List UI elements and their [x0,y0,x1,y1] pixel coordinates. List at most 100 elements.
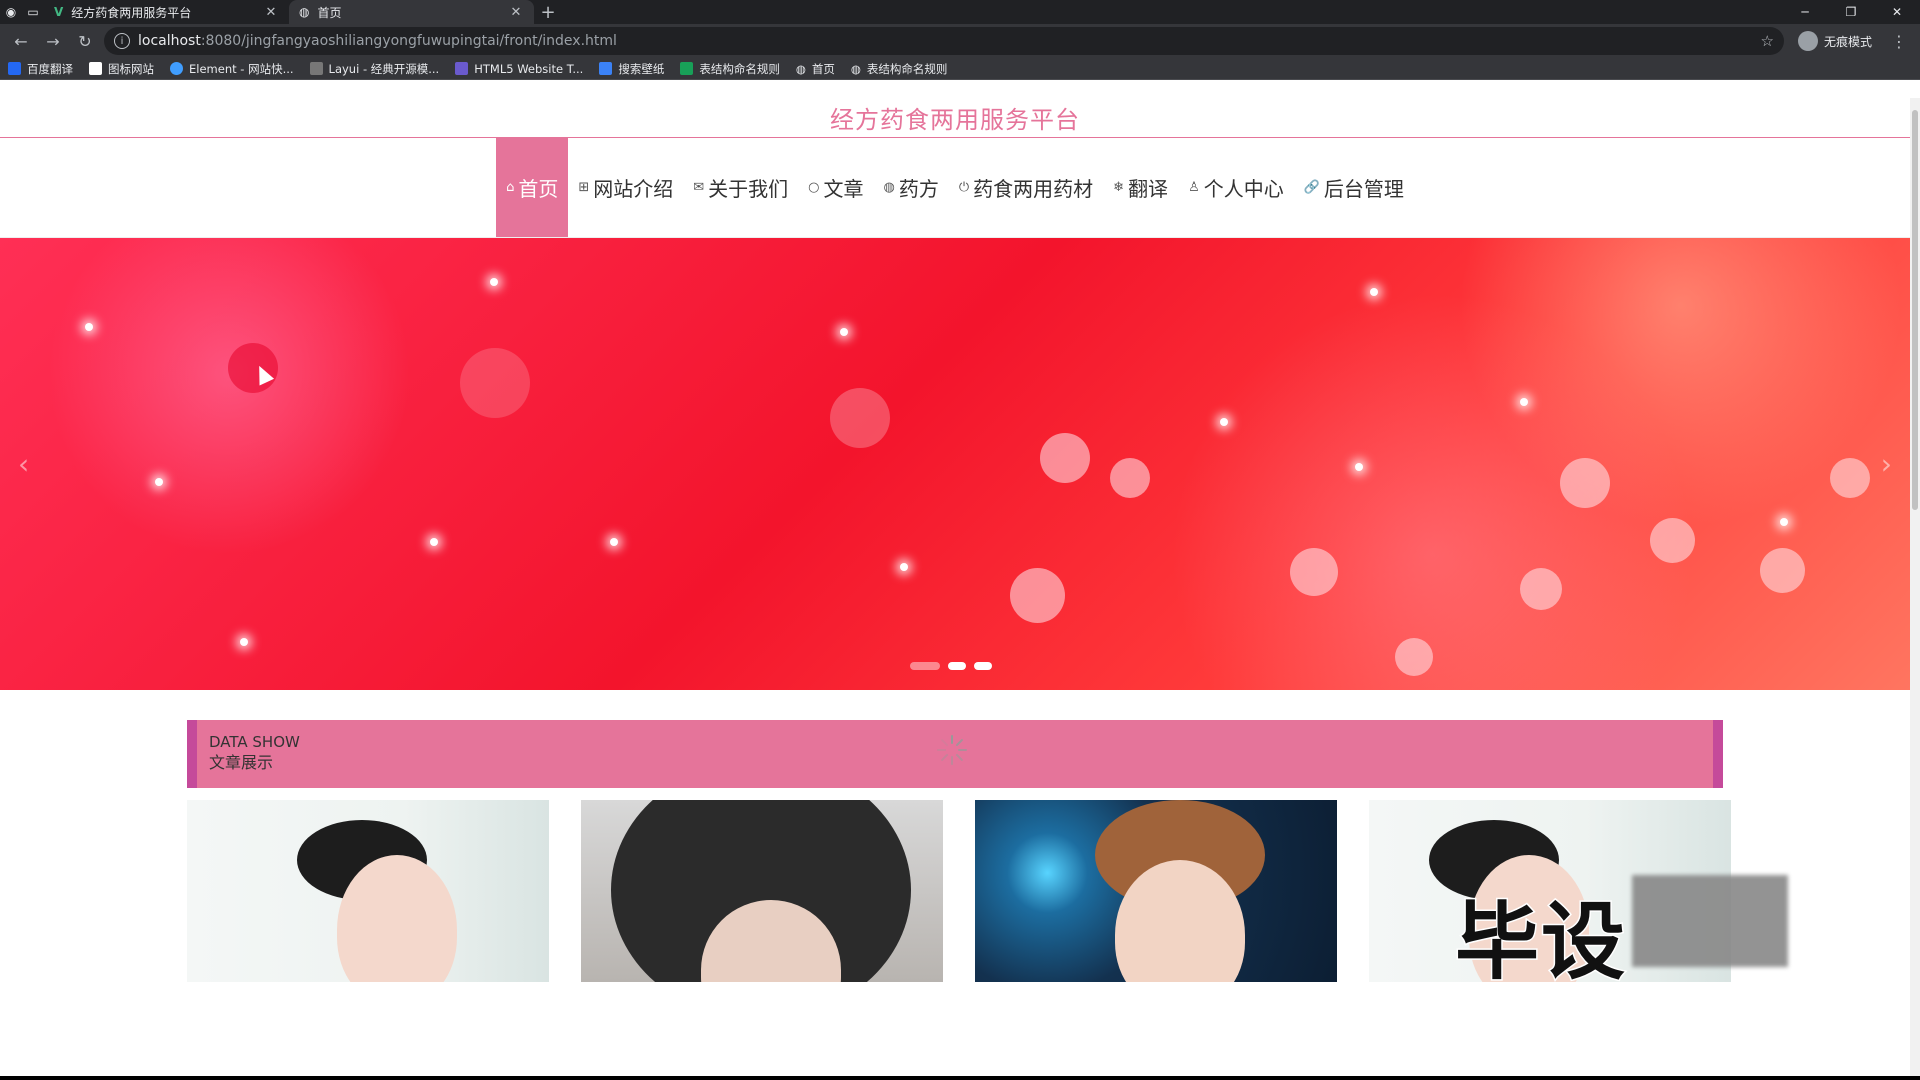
window-controls: ─ ❐ ✕ [1782,0,1920,24]
flag-icon [89,62,102,75]
bookmark-star-icon[interactable]: ☆ [1761,32,1774,50]
nav-label: 药食两用药材 [973,177,1094,201]
sparkle [1520,398,1528,406]
sparkle [1370,288,1378,296]
close-tab-icon[interactable]: ✕ [263,5,279,20]
wallpaper-logo-icon [599,62,613,75]
menu-dots-icon[interactable]: ⋮ [1886,28,1912,54]
browser-tab-2[interactable]: ◍ 首页 ✕ [289,0,534,24]
sparkle [610,538,618,546]
bookmark-item[interactable]: Element - 网站快... [170,61,294,77]
bokeh-light [1830,458,1870,498]
carousel-next-icon[interactable]: › [1881,448,1892,481]
bookmark-item[interactable]: ◍ 表结构命名规则 [851,61,948,77]
sparkle [1220,418,1228,426]
snowflake-icon: ❄ [1113,180,1125,195]
site-info-icon[interactable]: i [114,33,130,49]
nav-item-prescriptions[interactable]: ◍ 药方 [874,138,949,237]
bokeh-light [1760,548,1805,593]
article-card[interactable] [187,800,549,982]
bookmark-item[interactable]: 百度翻译 [8,61,73,77]
nav-item-about[interactable]: ✉ 关于我们 [683,138,798,237]
article-card[interactable] [975,800,1337,982]
globe-icon: ◍ [299,5,310,19]
nav-item-admin[interactable]: 🔗 后台管理 [1294,138,1414,237]
mail-icon: ✉ [693,180,705,195]
sparkle [1780,518,1788,526]
nav-label: 网站介绍 [593,177,674,201]
sparkle [430,538,438,546]
nav-item-herbs[interactable]: ⏻ 药食两用药材 [949,138,1103,237]
sparkle [155,478,163,486]
bookmark-item[interactable]: Layui - 经典开源模... [309,61,439,77]
bokeh-light [460,348,530,418]
tab-search-icon[interactable]: ▭ [22,0,44,24]
reload-icon[interactable]: ↻ [72,28,98,54]
browser-tab-1[interactable]: V 经方药食两用服务平台 ✕ [44,0,289,24]
forward-icon[interactable]: → [40,28,66,54]
bokeh-light [1395,638,1433,676]
nav-label: 个人中心 [1203,177,1284,201]
loading-spinner-icon [937,735,967,765]
close-tab-icon[interactable]: ✕ [508,5,524,20]
bookmark-item[interactable]: ◍ 首页 [796,61,835,77]
browser-toolbar: ← → ↻ i localhost:8080/jingfangyaoshilia… [0,24,1920,58]
sparkle [490,278,498,286]
bookmarks-bar: 百度翻译 图标网站 Element - 网站快... Layui - 经典开源模… [0,58,1920,80]
scrollbar-thumb[interactable] [1912,110,1918,510]
bokeh-light [1560,458,1610,508]
chat-icon: ○ [808,180,820,195]
bookmark-label: HTML5 Website T... [474,61,584,76]
user-icon: ♙ [1188,180,1200,195]
bookmark-item[interactable]: HTML5 Website T... [455,62,583,76]
profile-label: 无痕模式 [1823,34,1872,49]
bookmark-label: 百度翻译 [27,61,73,76]
main-nav: ⌂ 首页 ⊞ 网站介绍 ✉ 关于我们 ○ 文章 ◍ 药方 ⏻ 药食两用药材 ❄ 翻译 ♙ 个人中… [0,138,1910,238]
nav-item-translate[interactable]: ❄ 翻译 [1103,138,1178,237]
new-tab-button[interactable]: + [534,2,562,23]
browser-tabstrip: ◉ ▭ V 经方药食两用服务平台 ✕ ◍ 首页 ✕ + ─ ❐ ✕ [0,0,1920,24]
close-window-icon[interactable]: ✕ [1874,0,1920,24]
bookmark-item[interactable]: 图标网站 [89,61,154,77]
bookmark-item[interactable]: 表结构命名规则 [680,61,780,77]
restore-icon[interactable]: ❐ [1828,0,1874,24]
incognito-profile[interactable]: 无痕模式 [1790,31,1880,51]
page-scrollbar[interactable] [1910,98,1920,1080]
nav-item-articles[interactable]: ○ 文章 [798,138,873,237]
vue-logo-icon: V [54,5,64,19]
bokeh-light [1290,548,1338,596]
nav-item-home[interactable]: ⌂ 首页 [496,138,569,237]
bookmark-label: 表结构命名规则 [866,61,948,76]
layui-logo-icon [309,62,323,75]
incognito-icon [1797,31,1818,51]
globe-icon: ◍ [850,61,861,76]
browser-menu-icon[interactable]: ◉ [0,0,22,24]
article-card[interactable] [581,800,943,982]
minimize-icon[interactable]: ─ [1782,0,1828,24]
bookmark-item[interactable]: 搜索壁纸 [599,61,664,77]
tab-title: 经方药食两用服务平台 [71,5,192,20]
bottom-edge [0,1076,1920,1080]
sparkle [85,323,93,331]
carousel-dot[interactable] [974,662,992,670]
address-bar[interactable]: i localhost:8080/jingfangyaoshiliangyong… [104,27,1784,55]
nav-label: 首页 [518,177,559,201]
power-icon: ⏻ [958,180,970,195]
bokeh-light [1110,458,1150,498]
nav-item-site-intro[interactable]: ⊞ 网站介绍 [568,138,683,237]
nav-item-profile[interactable]: ♙ 个人中心 [1178,138,1294,237]
globe-icon: ◍ [883,180,895,195]
carousel-dot[interactable] [910,662,940,670]
back-icon[interactable]: ← [8,28,34,54]
nav-label: 后台管理 [1323,177,1404,201]
watermark-text: 毕设 [1453,892,1628,993]
carousel-banner[interactable]: ‹ › [0,238,1910,690]
tab-title: 首页 [317,5,342,20]
bookmark-label: 表结构命名规则 [699,61,780,76]
carousel-prev-icon[interactable]: ‹ [18,448,29,481]
sheet-icon [680,62,694,75]
bookmark-label: Element - 网站快... [189,61,294,76]
carousel-dot[interactable] [948,662,966,670]
bookmark-label: 首页 [811,61,835,76]
bokeh-light [1520,568,1562,610]
